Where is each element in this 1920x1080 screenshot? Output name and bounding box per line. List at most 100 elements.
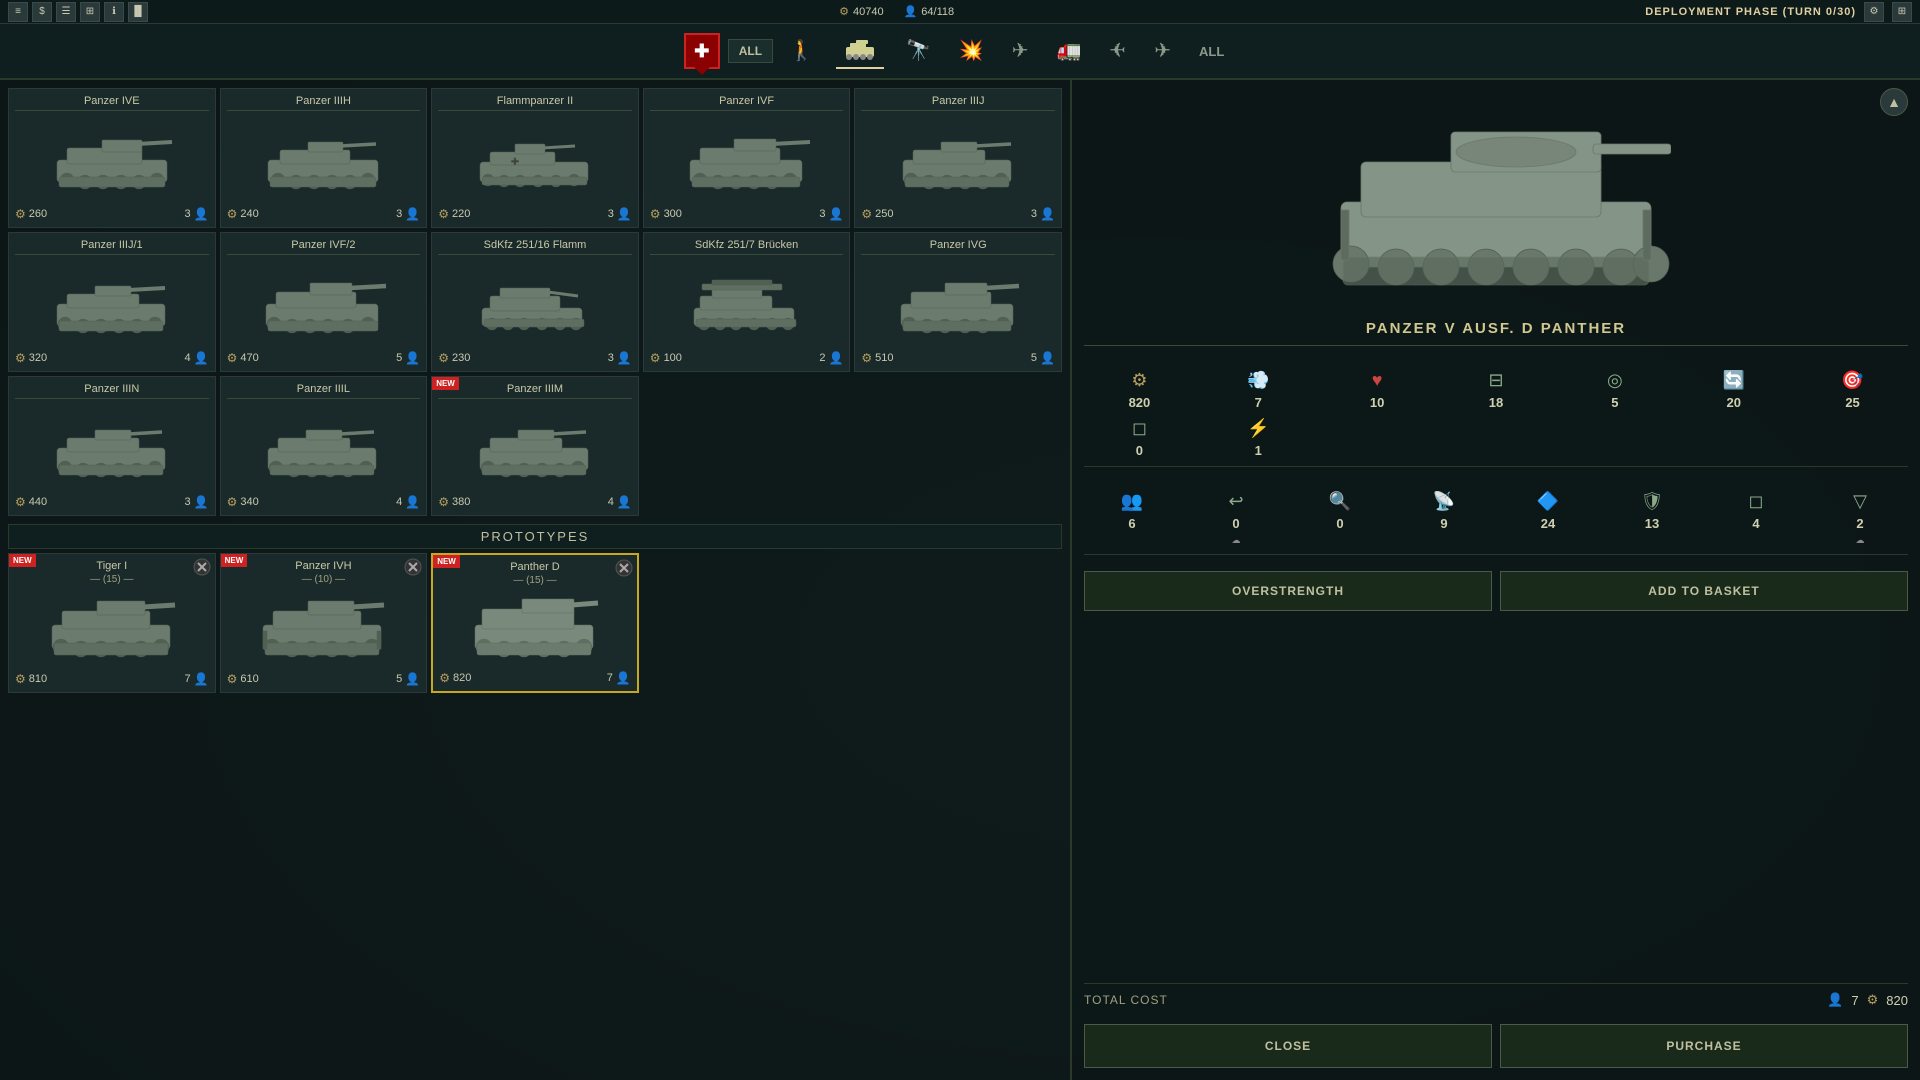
aa-icon: ✈ [1012,41,1029,61]
unit-card-panzer-ivg[interactable]: Panzer IVG [854,232,1062,372]
stat-top-armor-icon: ▽ [1853,491,1867,512]
svg-text:✚: ✚ [511,157,519,168]
category-tabs: ✚ ALL 🚶 🔭 💥 ✈ [0,24,1920,80]
stat-fuel-value: 1 [1255,443,1262,458]
stat-hp-icon: ♥ [1372,370,1383,391]
detail-panel: ▲ [1070,80,1920,1080]
top-bar-right: DEPLOYMENT PHASE (TURN 0/30) ⚙ ⊞ [1645,2,1912,22]
close-button[interactable]: CLOSE [1084,1024,1492,1068]
tab-artillery[interactable]: 💥 [947,37,996,65]
stat-side-armor: 🛡 13 [1604,491,1700,546]
infantry-icon: 🚶 [789,41,814,61]
tab-transport[interactable]: 🚛 [1045,37,1094,65]
artillery-icon: 💥 [959,41,984,61]
unit-grid: Panzer IVE [8,88,1062,516]
currency-icon[interactable]: $ [32,2,52,22]
stat-optics-value: 0 [1336,516,1343,531]
total-cost-row: TOTAL COST 👤 7 ⚙ 820 [1084,983,1908,1016]
unit-bottom-panzer-ive: ⚙ 260 3 👤 [15,207,209,221]
stat-radio-icon: 📡 [1433,491,1455,512]
settings-icon[interactable]: ⚙ [1864,2,1884,22]
points-value: 40740 [853,6,884,18]
stat-cost-value: 820 [1129,395,1151,410]
network-icon[interactable]: ⊞ [1892,2,1912,22]
add-to-basket-button[interactable]: ADD TO BASKET [1500,571,1908,611]
grid-icon[interactable]: ⊞ [80,2,100,22]
action-row: OVERSTRENGTH ADD TO BASKET [1084,571,1908,611]
stat-radio: 📡 9 [1396,491,1492,546]
stats-grid-2: 👥 6 ↩ 0 ☁ 🔍 0 📡 9 🔷 24 🛡 13 [1084,483,1908,555]
bomber-icon: ✈ [1109,41,1126,61]
unit-name-panzer-ivf: Panzer IVF [650,95,844,111]
chart-icon[interactable]: ▐▌ [128,2,148,22]
unit-card-panzer-ivf[interactable]: Panzer IVF [643,88,851,228]
new-badge-panzer-iiim: NEW [432,377,459,390]
total-cost-points: 820 [1886,993,1908,1008]
transport-icon: 🚛 [1057,41,1082,61]
unit-card-panzer-ivf2[interactable]: Panzer IVF/2 [220,232,428,372]
top-bar-center: ⚙ 40740 👤 64/118 [839,5,954,18]
total-cost-label: TOTAL COST [1084,993,1168,1007]
tab-all-faction[interactable]: ALL [728,39,773,63]
stat-attack: ⊟ 18 [1441,370,1552,410]
stat-range-icon: ◎ [1607,370,1623,391]
stat-front-armor: 🔷 24 [1500,491,1596,546]
stat-crew-icon: 👥 [1121,491,1143,512]
stat-stealth-icon: ◻ [1132,418,1147,439]
proto-card-panzer-ivh[interactable]: NEW Panzer IVH — (10) — [220,553,428,693]
new-badge-panther-d: NEW [433,555,460,568]
overstrength-button[interactable]: OVERSTRENGTH [1084,571,1492,611]
stat-speed: 💨 7 [1203,370,1314,410]
stat-init-value: 20 [1726,395,1740,410]
main-content: Panzer IVE [0,80,1920,1080]
purchase-button[interactable]: PURCHASE [1500,1024,1908,1068]
stats-grid-1: ⚙ 820 💨 7 ♥ 10 ⊟ 18 ◎ 5 🔄 20 [1084,362,1908,467]
top-bar-left: ≡ $ ☰ ⊞ ℹ ▐▌ [8,2,148,22]
unit-card-panzer-iiin[interactable]: Panzer IIIN [8,376,216,516]
points-resource: ⚙ 40740 [839,5,883,18]
deployment-phase-text: DEPLOYMENT PHASE (TURN 0/30) [1645,6,1856,18]
unit-card-panzer-iiij[interactable]: Panzer IIIJ [854,88,1062,228]
list-icon[interactable]: ☰ [56,2,76,22]
stat-stealth: ◻ 0 [1084,418,1195,458]
unit-card-panzer-iiih[interactable]: Panzer IIIH [220,88,428,228]
top-bar: ≡ $ ☰ ⊞ ℹ ▐▌ ⚙ 40740 👤 64/118 DEPLOYMENT… [0,0,1920,24]
stat-fuel-icon: ⚡ [1247,418,1269,439]
unit-name-panzer-ive: Panzer IVE [15,95,209,111]
tab-fighter[interactable]: ✈ [1142,37,1183,65]
tab-recon[interactable]: 🔭 [894,37,943,65]
unit-card-panzer-iiil[interactable]: Panzer IIIL [220,376,428,516]
tab-all[interactable]: ALL [1187,40,1236,63]
stat-acc-value: 25 [1845,395,1859,410]
proto-card-panther-d[interactable]: NEW Panther D — (15) — [431,553,639,693]
stat-cost: ⚙ 820 [1084,370,1195,410]
remove-panther-d[interactable] [615,559,633,582]
unit-image-panzer-iiij [861,115,1055,203]
tab-bomber[interactable]: ✈ [1097,37,1138,65]
unit-image-flammpanzer-ii: ✚ [438,115,632,203]
units-value: 64/118 [921,6,954,18]
stat-reverse: ↩ 0 ☁ [1188,491,1284,546]
faction-badge[interactable]: ✚ [684,33,720,69]
stat-top-armor: ▽ 2 ☁ [1812,491,1908,546]
stat-front-armor-value: 24 [1541,516,1555,531]
new-badge-panzer-ivh: NEW [221,554,248,567]
tab-infantry[interactable]: 🚶 [777,37,826,65]
remove-panzer-ivh[interactable] [404,558,422,581]
stat-hp: ♥ 10 [1322,370,1433,410]
unit-image-panzer-iiih [227,115,421,203]
total-cost-points-icon: ⚙ [1867,992,1879,1008]
tab-tanks[interactable] [830,33,890,69]
tab-aa[interactable]: ✈ [1000,37,1041,65]
unit-card-sdkfz-brucken[interactable]: SdKfz 251/7 Brücken [643,232,851,372]
menu-icon[interactable]: ≡ [8,2,28,22]
proto-card-tiger-i[interactable]: NEW Tiger I — (15) — [8,553,216,693]
unit-card-panzer-ive[interactable]: Panzer IVE [8,88,216,228]
unit-card-flammpanzer-ii[interactable]: Flammpanzer II [431,88,639,228]
info-icon[interactable]: ℹ [104,2,124,22]
unit-card-sdkfz-flamm[interactable]: SdKfz 251/16 Flamm [431,232,639,372]
unit-card-panzer-iiij1[interactable]: Panzer IIIJ/1 [8,232,216,372]
stat-stealth-value: 0 [1136,443,1143,458]
remove-tiger-i[interactable] [193,558,211,581]
unit-card-panzer-iiim[interactable]: NEW Panzer IIIM [431,376,639,516]
